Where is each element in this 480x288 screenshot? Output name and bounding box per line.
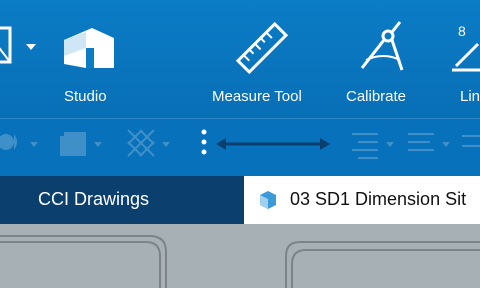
studio-icon bbox=[64, 28, 114, 68]
tab-active-label: 03 SD1 Dimension Sit bbox=[290, 189, 467, 209]
align-arrows-icon[interactable] bbox=[404, 124, 456, 164]
tool-partial-right[interactable]: 8 Lin bbox=[448, 0, 480, 118]
frame-icon bbox=[0, 26, 36, 64]
ruler-icon bbox=[235, 21, 289, 75]
align-left-icon[interactable] bbox=[348, 124, 400, 164]
tab-cci-drawings-label: CCI Drawings bbox=[38, 189, 150, 209]
document-cube-icon bbox=[260, 191, 276, 209]
partial-tool-icon[interactable] bbox=[460, 124, 480, 164]
tool-partial-right-label: Lin bbox=[460, 88, 480, 105]
calibrate-label: Calibrate bbox=[346, 88, 407, 105]
more-options-icon[interactable] bbox=[198, 124, 210, 164]
calibrate-button[interactable]: Calibrate bbox=[344, 0, 420, 118]
folder-icon[interactable] bbox=[56, 124, 108, 164]
compass-icon bbox=[360, 21, 404, 71]
ribbon-divider bbox=[0, 118, 480, 119]
canvas-drawing-lines bbox=[0, 235, 480, 288]
ribbon-toolbar: l Studio Measure Tool bbox=[0, 0, 480, 176]
studio-button[interactable]: Studio bbox=[56, 0, 120, 118]
measure-tool-button[interactable]: Measure Tool bbox=[208, 0, 312, 118]
linear-icon: 8 bbox=[452, 23, 480, 72]
fill-icon[interactable] bbox=[0, 124, 44, 164]
tab-active-document[interactable]: 03 SD1 Dimension Sit bbox=[244, 176, 480, 224]
hatch-icon[interactable] bbox=[124, 124, 176, 164]
measure-tool-label: Measure Tool bbox=[212, 88, 302, 105]
svg-text:8: 8 bbox=[458, 23, 466, 39]
studio-label: Studio bbox=[64, 88, 107, 105]
dimension-arrow-icon[interactable] bbox=[214, 124, 332, 164]
tool-partial-left[interactable]: l bbox=[0, 0, 40, 118]
drawing-canvas[interactable] bbox=[0, 224, 480, 288]
tab-cci-drawings[interactable]: CCI Drawings bbox=[0, 176, 244, 224]
